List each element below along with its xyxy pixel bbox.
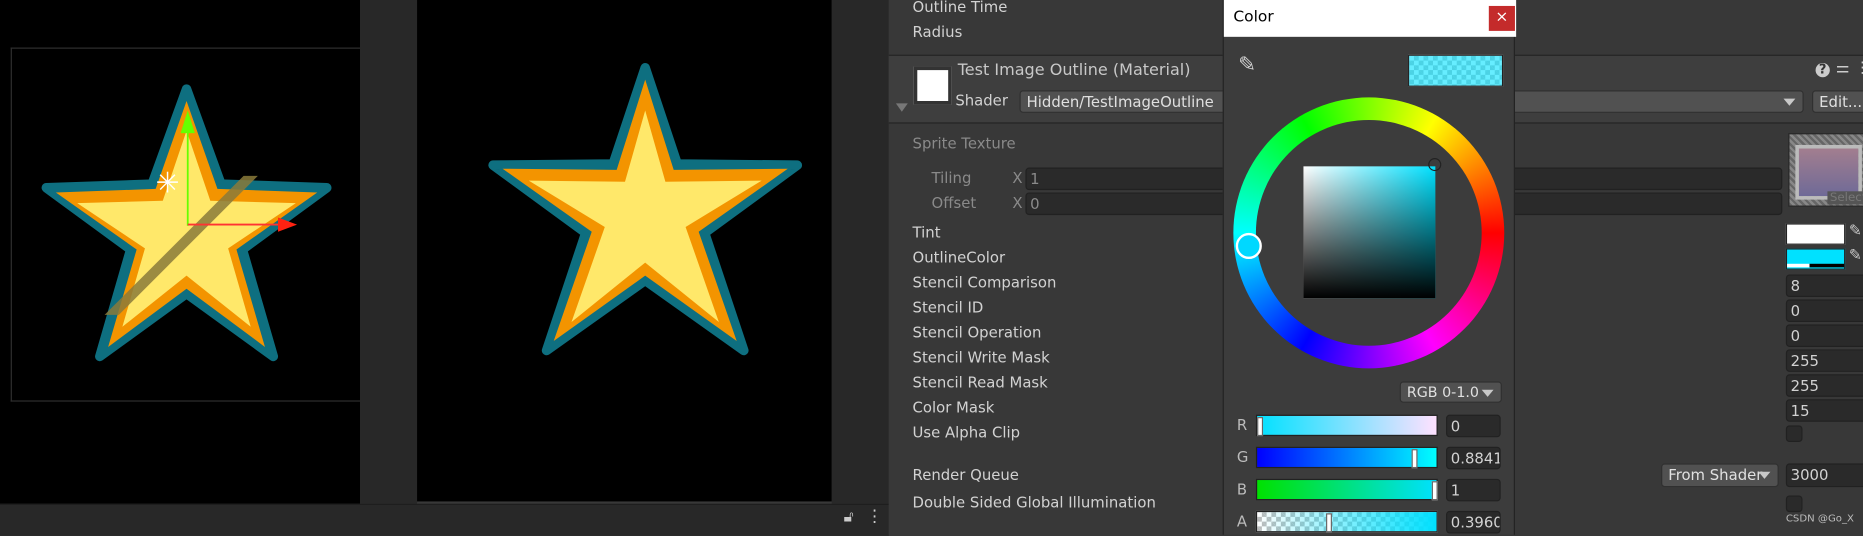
prop-label: Stencil ID <box>912 298 984 317</box>
game-view <box>417 0 832 502</box>
prop-radius: Radius <box>912 22 963 41</box>
slider-handle[interactable] <box>1257 417 1264 437</box>
channel-label: G <box>1236 447 1249 466</box>
shader-label: Shader <box>955 91 1008 110</box>
prop-value-field[interactable]: 255 <box>1785 349 1863 372</box>
tiling-x-label: X <box>1012 168 1023 187</box>
eyedropper-icon[interactable]: ✎ <box>1238 52 1256 77</box>
sprite-texture-label: Sprite Texture <box>912 134 1016 153</box>
color-field[interactable] <box>1785 223 1846 245</box>
color-picker-titlebar[interactable]: Color × <box>1223 0 1517 37</box>
prop-label: Stencil Operation <box>912 323 1042 342</box>
render-queue-field[interactable]: 3000 <box>1785 463 1863 488</box>
prop-value-field[interactable]: 255 <box>1785 374 1863 397</box>
prop-value-field[interactable]: 0 <box>1785 324 1863 347</box>
channel-label: R <box>1236 415 1248 434</box>
eyedropper-icon[interactable]: ✎ <box>1849 222 1862 240</box>
bottom-toolbar: 🔓︎ ⋮ <box>0 503 889 536</box>
slider-handle[interactable] <box>1431 481 1438 501</box>
channel-value-field[interactable]: 0.3960 <box>1446 510 1501 534</box>
more-icon[interactable]: ⋮ <box>866 507 883 526</box>
prop-value-field[interactable]: 0 <box>1785 299 1863 323</box>
slider-handle[interactable] <box>1326 513 1333 533</box>
help-icon[interactable]: ? <box>1815 62 1830 78</box>
prop-label: Use Alpha Clip <box>912 422 1021 441</box>
more-icon[interactable]: ⋮ <box>1855 59 1863 77</box>
texture-slot[interactable]: Select <box>1788 133 1863 207</box>
star-sprite-scene[interactable]: ✳ <box>0 0 360 504</box>
material-title: Test Image Outline (Material) <box>957 60 1191 80</box>
preset-icon[interactable]: ⚌ <box>1836 59 1850 77</box>
chevron-down-icon <box>1783 98 1796 106</box>
chevron-down-icon <box>1481 389 1494 397</box>
channel-slider-a[interactable] <box>1255 510 1438 533</box>
double-sided-gi-label: Double Sided Global Illumination <box>912 493 1156 511</box>
panel-divider <box>360 0 418 504</box>
render-queue-label: Render Queue <box>912 465 1019 484</box>
channel-value-field[interactable]: 1 <box>1446 478 1501 502</box>
window-title: Color <box>1233 8 1274 27</box>
prop-label: OutlineColor <box>912 248 1006 267</box>
close-button[interactable]: × <box>1488 5 1515 31</box>
prop-value-field[interactable]: 15 <box>1785 399 1863 422</box>
alpha-gradient <box>1257 512 1437 532</box>
foldout-arrow-icon[interactable] <box>895 103 908 112</box>
color-preview-swatch <box>1408 54 1504 87</box>
saturation-value-square[interactable] <box>1303 166 1436 299</box>
use-alpha-clip-checkbox[interactable] <box>1785 425 1803 443</box>
channel-slider-b[interactable] <box>1255 478 1438 501</box>
edit-shader-button[interactable]: Edit... <box>1812 90 1863 113</box>
panel-divider <box>831 0 889 504</box>
double-sided-gi-checkbox[interactable] <box>1785 495 1803 513</box>
prop-label: Color Mask <box>912 398 995 416</box>
chevron-down-icon <box>1758 471 1771 479</box>
channel-label: A <box>1236 512 1248 530</box>
alpha-bar <box>1787 263 1845 268</box>
prop-label: Stencil Comparison <box>912 273 1057 292</box>
hue-handle[interactable] <box>1235 232 1262 260</box>
prop-label: Stencil Read Mask <box>912 373 1048 391</box>
offset-label: Offset <box>931 193 977 212</box>
channel-label: B <box>1236 480 1248 498</box>
lock-icon[interactable]: 🔓︎ <box>844 509 854 527</box>
channel-value-field[interactable]: 0.8841 <box>1446 446 1501 470</box>
offset-x-label: X <box>1012 193 1023 212</box>
color-mode-dropdown[interactable]: RGB 0-1.0 <box>1399 381 1502 403</box>
channel-slider-r[interactable] <box>1255 414 1438 437</box>
channel-value-field[interactable]: 0 <box>1446 414 1501 438</box>
sv-handle[interactable] <box>1428 158 1442 172</box>
unity-editor: ✳ 🔓︎ ⋮ Outline Time Radius Test Image Ou… <box>0 0 1863 536</box>
channel-slider-g[interactable] <box>1255 446 1438 469</box>
prop-label: Tint <box>912 223 941 242</box>
select-texture-button[interactable]: Select <box>1827 191 1863 205</box>
color-preview-fill <box>1409 55 1502 86</box>
tiling-label: Tiling <box>931 168 972 187</box>
watermark: CSDN @Go_X <box>1785 513 1854 526</box>
prop-value-field[interactable]: 8 <box>1785 274 1863 298</box>
render-queue-dropdown[interactable]: From Shader <box>1661 463 1779 488</box>
prop-outline-time: Outline Time <box>912 0 1008 16</box>
star-sprite-game <box>488 62 803 356</box>
eyedropper-icon[interactable]: ✎ <box>1849 247 1862 265</box>
scene-view[interactable]: ✳ <box>0 0 361 504</box>
pivot-icon[interactable]: ✳ <box>156 166 180 199</box>
prop-label: Stencil Write Mask <box>912 348 1050 366</box>
material-preview-swatch <box>913 66 952 105</box>
slider-handle[interactable] <box>1411 449 1418 469</box>
